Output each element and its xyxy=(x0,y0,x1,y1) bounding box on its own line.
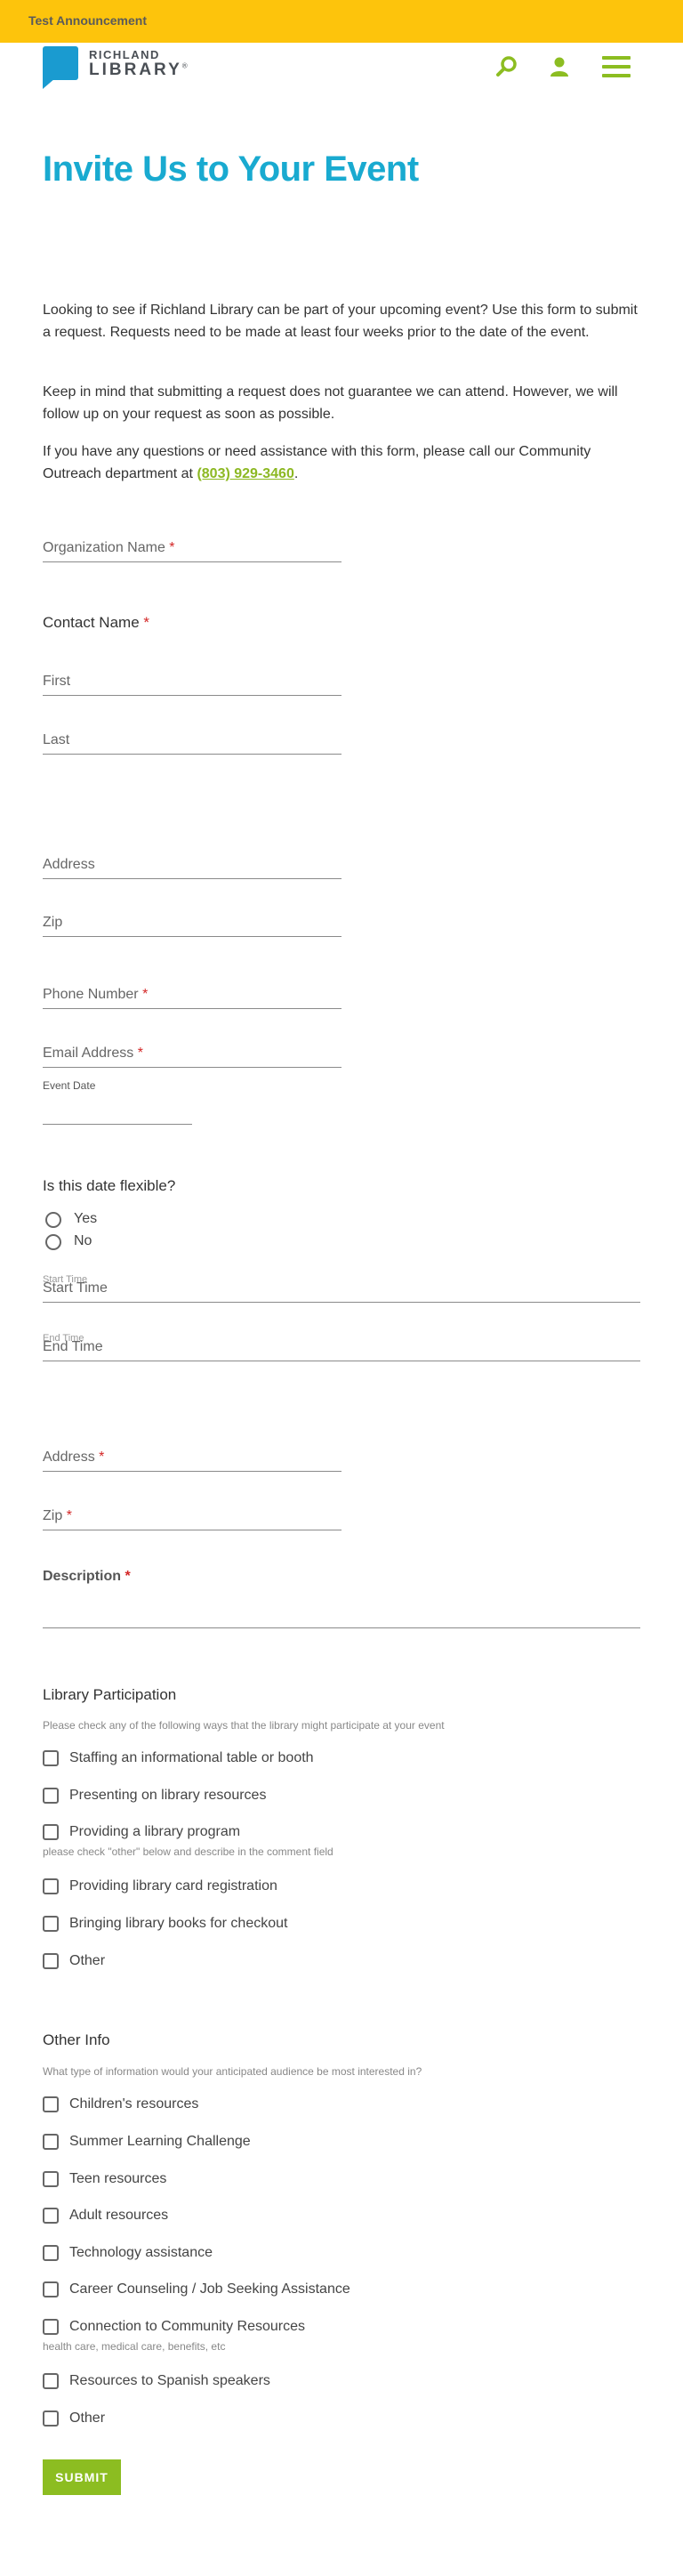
other-info-checkbox-children[interactable] xyxy=(43,2096,59,2112)
event-zip-field[interactable]: Zip * xyxy=(43,1504,342,1530)
announcement-text: Test Announcement xyxy=(28,13,148,28)
intro-paragraph-1: Looking to see if Richland Library can b… xyxy=(43,303,638,340)
description-field[interactable] xyxy=(43,1602,640,1628)
community-note: health care, medical care, benefits, etc xyxy=(43,2340,226,2353)
address-field[interactable]: Address xyxy=(43,852,342,879)
flexible-no-label: No xyxy=(74,1233,92,1248)
search-icon[interactable] xyxy=(492,52,522,82)
logo-text-line1: RICHLAND xyxy=(89,48,160,61)
page-title: Invite Us to Your Event xyxy=(43,149,419,189)
other-info-title: Other Info xyxy=(43,2031,110,2048)
participation-label-other: Other xyxy=(69,1953,106,1968)
intro-paragraph-3: If you have any questions or need assist… xyxy=(43,444,591,481)
participation-label-presenting: Presenting on library resources xyxy=(69,1788,267,1803)
zip-field[interactable]: Zip xyxy=(43,910,342,937)
other-info-checkbox-adult[interactable] xyxy=(43,2208,59,2224)
other-info-label-summer: Summer Learning Challenge xyxy=(69,2134,251,2149)
participation-checkbox-card-registration[interactable] xyxy=(43,1878,59,1894)
participation-label-staffing: Staffing an informational table or booth xyxy=(69,1750,314,1765)
event-address-field[interactable]: Address * xyxy=(43,1445,342,1472)
other-info-checkbox-other[interactable] xyxy=(43,2410,59,2427)
date-flexible-label: Is this date flexible? xyxy=(43,1177,176,1194)
organization-name-field[interactable]: Organization Name * xyxy=(43,536,342,562)
other-info-checkbox-teen[interactable] xyxy=(43,2171,59,2187)
menu-icon[interactable] xyxy=(601,52,631,82)
other-info-label-technology: Technology assistance xyxy=(69,2245,213,2260)
other-info-checkbox-technology[interactable] xyxy=(43,2245,59,2261)
participation-label-program: Providing a library program xyxy=(69,1824,241,1839)
library-logo[interactable]: RICHLAND LIBRARY® xyxy=(43,46,221,91)
participation-label-books: Bringing library books for checkout xyxy=(69,1916,288,1931)
intro-paragraph-2: Keep in mind that submitting a request d… xyxy=(43,384,618,422)
end-time-field[interactable]: End Time xyxy=(43,1335,640,1361)
contact-name-label: Contact Name * xyxy=(43,614,150,631)
program-note: please check "other" below and describe … xyxy=(43,1845,333,1858)
flexible-yes-radio[interactable] xyxy=(45,1212,61,1228)
other-info-checkbox-career[interactable] xyxy=(43,2281,59,2297)
participation-checkbox-presenting[interactable] xyxy=(43,1788,59,1804)
other-info-help: What type of information would your anti… xyxy=(43,2065,422,2078)
last-name-field[interactable]: Last xyxy=(43,728,342,755)
participation-checkbox-other[interactable] xyxy=(43,1953,59,1969)
other-info-label-other: Other xyxy=(69,2410,106,2426)
other-info-label-career: Career Counseling / Job Seeking Assistan… xyxy=(69,2281,350,2297)
phone-link[interactable]: (803) 929-3460 xyxy=(197,466,293,481)
other-info-checkbox-spanish[interactable] xyxy=(43,2373,59,2389)
other-info-label-community: Connection to Community Resources xyxy=(69,2319,306,2334)
other-info-checkbox-summer[interactable] xyxy=(43,2134,59,2150)
email-address-field[interactable]: Email Address * xyxy=(43,1041,342,1068)
event-date-field[interactable] xyxy=(43,1098,192,1125)
flexible-no-radio[interactable] xyxy=(45,1234,61,1250)
user-icon[interactable] xyxy=(544,52,575,82)
other-info-label-teen: Teen resources xyxy=(69,2171,167,2186)
start-time-field[interactable]: Start Time xyxy=(43,1276,640,1303)
announcement-banner: Test Announcement xyxy=(0,0,683,43)
other-info-label-children: Children's resources xyxy=(69,2096,199,2112)
other-info-checkbox-community[interactable] xyxy=(43,2319,59,2335)
participation-checkbox-staffing[interactable] xyxy=(43,1750,59,1766)
participation-label-card-registration: Providing library card registration xyxy=(69,1878,277,1894)
logo-text-line2: LIBRARY® xyxy=(89,61,188,79)
description-label: Description * xyxy=(43,1569,131,1584)
participation-checkbox-program[interactable] xyxy=(43,1824,59,1840)
library-participation-help: Please check any of the following ways t… xyxy=(43,1719,445,1732)
participation-checkbox-books[interactable] xyxy=(43,1916,59,1932)
flexible-yes-label: Yes xyxy=(74,1211,98,1226)
logo-mark xyxy=(43,46,78,80)
event-date-label: Event Date xyxy=(43,1079,96,1092)
other-info-label-adult: Adult resources xyxy=(69,2208,169,2223)
submit-button[interactable]: SUBMIT xyxy=(43,2459,121,2495)
first-name-field[interactable]: First xyxy=(43,669,342,696)
phone-number-field[interactable]: Phone Number * xyxy=(43,982,342,1009)
other-info-label-spanish: Resources to Spanish speakers xyxy=(69,2373,270,2388)
library-participation-title: Library Participation xyxy=(43,1686,177,1703)
